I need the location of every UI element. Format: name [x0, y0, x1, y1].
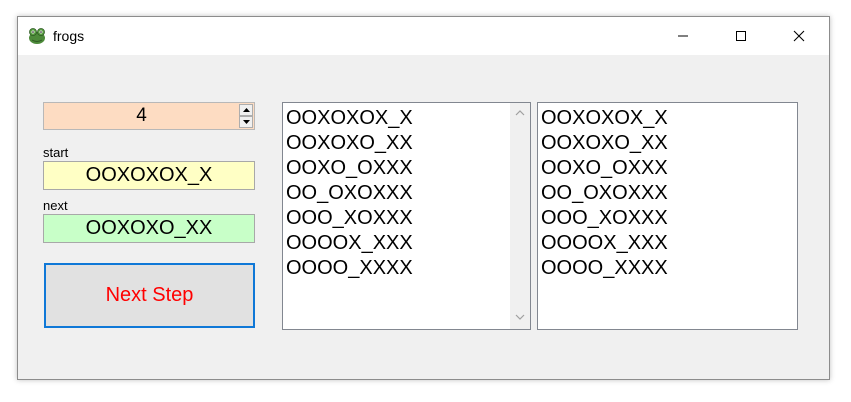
list-item[interactable]: OO_OXOXXX	[541, 181, 668, 206]
spinner-buttons	[239, 104, 253, 128]
next-label: next	[43, 198, 68, 213]
title-bar[interactable]: frogs	[18, 17, 829, 55]
next-field[interactable]: OOXOXO_XX	[43, 214, 255, 243]
list-item[interactable]: OOXOXO_XX	[541, 131, 668, 156]
window-title: frogs	[53, 28, 85, 44]
spinner-up-button[interactable]	[239, 104, 253, 116]
left-listbox[interactable]: OOXOXOX_X OOXOXO_XX OOXO_OXXX OO_OXOXXX …	[282, 102, 531, 330]
start-field[interactable]: OOXOXOX_X	[43, 161, 255, 190]
list-item[interactable]: OOXO_OXXX	[541, 156, 668, 181]
minimize-icon	[678, 35, 688, 37]
right-list-items: OOXOXOX_X OOXOXO_XX OOXO_OXXX OO_OXOXXX …	[541, 106, 668, 281]
list-item[interactable]: OOXOXOX_X	[541, 106, 668, 131]
list-item[interactable]: OOXO_OXXX	[286, 156, 413, 181]
arrow-down-icon	[243, 120, 250, 124]
scroll-down-icon[interactable]	[515, 314, 525, 320]
list-item[interactable]: OOO_XOXXX	[286, 206, 413, 231]
list-item[interactable]: OOOOX_XXX	[541, 231, 668, 256]
start-label: start	[43, 145, 69, 160]
list-item[interactable]: OOO_XOXXX	[541, 206, 668, 231]
maximize-button[interactable]	[712, 17, 770, 55]
spinner-down-button[interactable]	[239, 116, 253, 128]
list-item[interactable]: OO_OXOXXX	[286, 181, 413, 206]
close-button[interactable]	[770, 17, 828, 55]
list-item[interactable]: OOOO_XXXX	[541, 256, 668, 281]
step-count-spinner[interactable]: 4	[43, 102, 255, 130]
list-item[interactable]: OOXOXOX_X	[286, 106, 413, 131]
left-list-items: OOXOXOX_X OOXOXO_XX OOXO_OXXX OO_OXOXXX …	[286, 106, 413, 281]
maximize-icon	[736, 31, 746, 41]
vertical-scrollbar[interactable]	[510, 103, 530, 329]
right-listbox[interactable]: OOXOXOX_X OOXOXO_XX OOXO_OXXX OO_OXOXXX …	[537, 102, 798, 330]
next-step-button[interactable]: Next Step	[44, 263, 255, 328]
frog-icon	[27, 27, 47, 45]
arrow-up-icon	[243, 108, 250, 112]
list-item[interactable]: OOXOXO_XX	[286, 131, 413, 156]
minimize-button[interactable]	[654, 17, 712, 55]
scroll-up-icon[interactable]	[515, 110, 525, 116]
list-item[interactable]: OOOO_XXXX	[286, 256, 413, 281]
app-window: frogs 4 start OOXOXOX_X next OOXOXO_XX N…	[17, 16, 830, 380]
close-icon	[793, 30, 805, 42]
spinner-value[interactable]: 4	[44, 103, 239, 129]
client-area: 4 start OOXOXOX_X next OOXOXO_XX Next St…	[18, 55, 829, 379]
list-item[interactable]: OOOOX_XXX	[286, 231, 413, 256]
